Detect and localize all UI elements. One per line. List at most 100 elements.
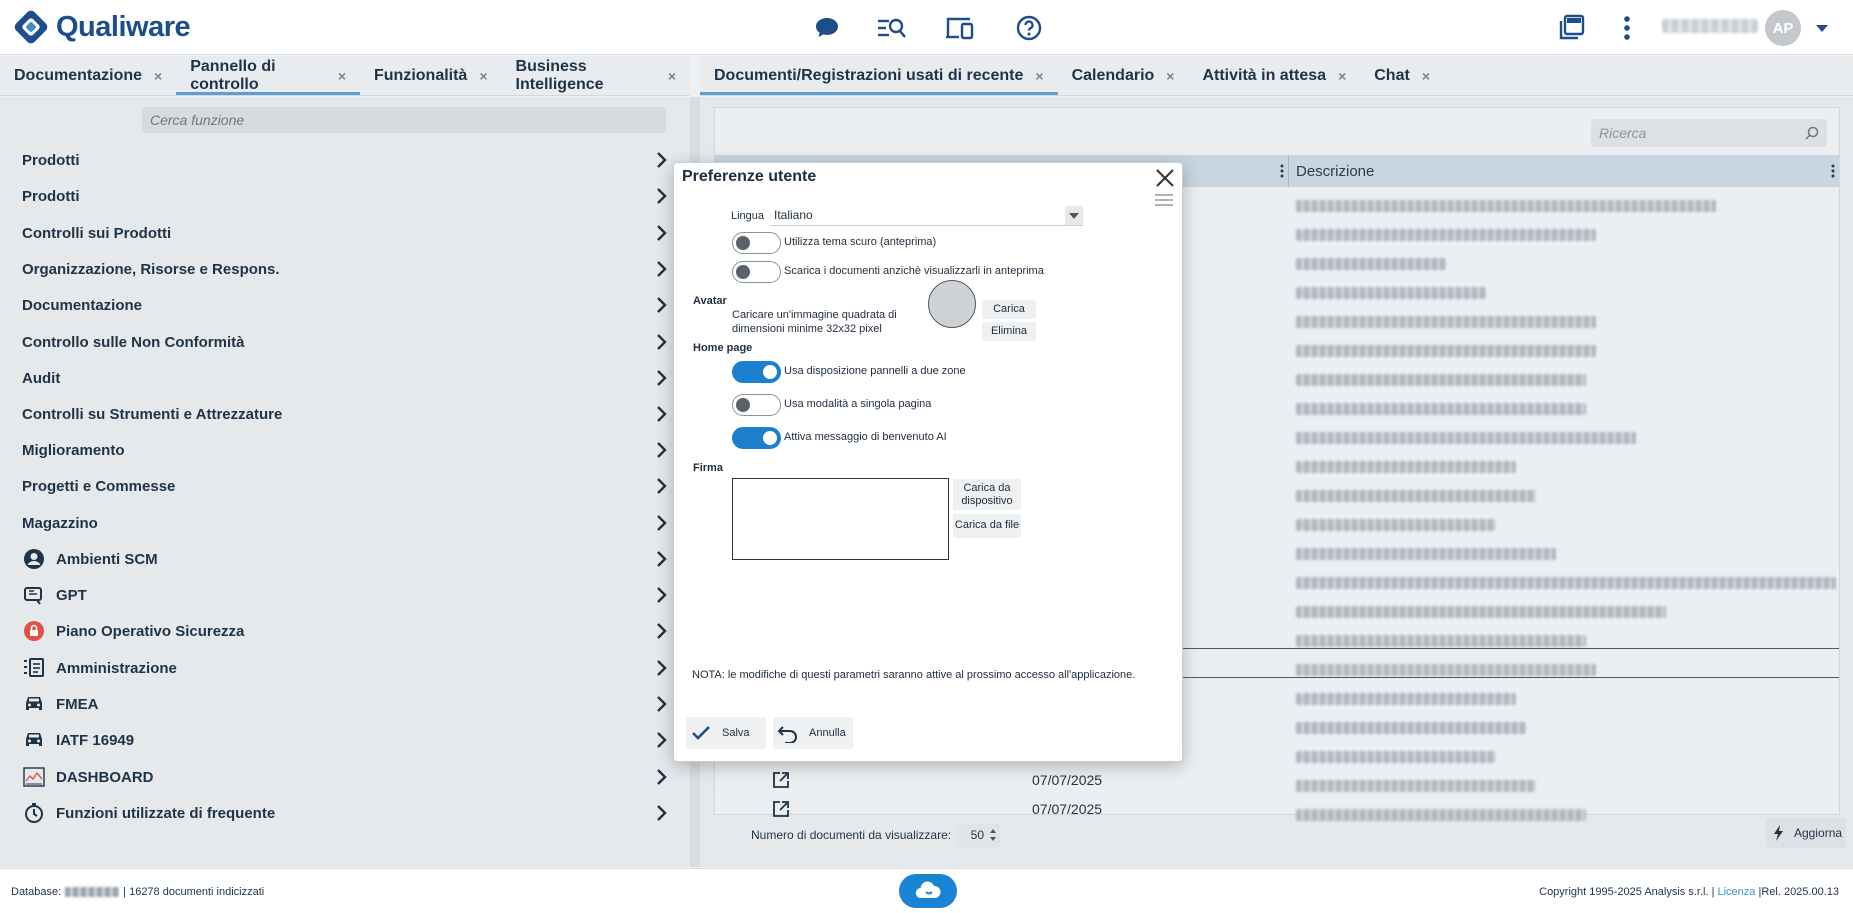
help-icon[interactable] [1014,13,1044,43]
menu-item[interactable]: IATF 16949 [22,725,670,755]
lingua-select[interactable]: Italiano [770,206,1083,226]
save-button[interactable]: Salva [686,717,766,749]
chevron-right-icon[interactable] [652,296,670,314]
download-docs-toggle[interactable] [732,261,781,283]
signature-canvas[interactable] [732,478,949,560]
tab-business-intelligence[interactable]: Business Intelligence × [502,56,690,96]
menu-item[interactable]: Controlli sui Prodotti [22,218,670,248]
right-tabbar: Documenti/Registrazioni usati di recente… [700,56,1853,96]
menu-item[interactable]: Organizzazione, Risorse e Respons. [22,254,670,284]
chevron-right-icon[interactable] [652,441,670,459]
signature-from-device-button[interactable]: Carica da dispositivo [953,479,1021,510]
close-icon[interactable]: × [338,68,346,84]
column-menu-icon[interactable] [1280,164,1284,178]
tab-documentazione[interactable]: Documentazione × [0,56,176,96]
chevron-right-icon[interactable] [652,586,670,604]
chat-icon[interactable] [812,13,842,43]
drag-handle-icon[interactable] [1155,193,1173,207]
blurred-description [1296,606,1666,618]
user-avatar[interactable]: AP [1765,10,1801,46]
ai-welcome-toggle[interactable] [732,427,781,449]
grid-search-input[interactable]: Ricerca [1591,119,1827,147]
menu-item[interactable]: Progetti e Commesse [22,471,670,501]
chevron-right-icon[interactable] [652,405,670,423]
menu-item[interactable]: Controllo sulle Non Conformità [22,327,670,357]
menu-item[interactable]: Piano Operativo Sicurezza [22,616,670,646]
chevron-right-icon[interactable] [652,731,670,749]
chevron-right-icon[interactable] [652,369,670,387]
menu-item[interactable]: Audit [22,363,670,393]
dark-theme-toggle[interactable] [732,232,781,254]
chevron-right-icon[interactable] [652,768,670,786]
cancel-button[interactable]: Annulla [773,717,853,749]
close-icon[interactable]: × [1035,68,1043,84]
chevron-right-icon[interactable] [652,333,670,351]
avatar-preview [928,280,976,328]
function-search-input[interactable] [142,107,666,133]
tab-calendario[interactable]: Calendario × [1058,56,1189,96]
menu-item[interactable]: Prodotti [22,145,670,175]
menu-item[interactable]: Prodotti [22,181,670,211]
menu-item[interactable]: Ambienti SCM [22,544,670,574]
more-vert-icon[interactable] [1612,13,1642,43]
menu-item[interactable]: DASHBOARD [22,762,670,792]
caret-down-icon[interactable] [1807,13,1837,43]
two-zones-toggle[interactable] [732,361,781,383]
signature-from-file-button[interactable]: Carica da file [953,514,1021,538]
avatar-upload-button[interactable]: Carica [982,300,1036,319]
chevron-right-icon[interactable] [652,514,670,532]
search-icon[interactable] [1805,126,1819,140]
chevron-down-icon[interactable] [1065,206,1083,225]
devices-icon[interactable] [945,13,975,43]
search-list-icon[interactable] [877,13,907,43]
close-icon[interactable]: × [1166,68,1174,84]
chevron-right-icon[interactable] [652,151,670,169]
tab-attivita-in-attesa[interactable]: Attività in attesa × [1188,56,1360,96]
menu-item-label: IATF 16949 [56,731,135,749]
chevron-right-icon[interactable] [652,187,670,205]
column-descrizione[interactable]: Descrizione [1296,163,1374,180]
license-link[interactable]: Licenza [1717,886,1755,898]
refresh-button[interactable]: Aggiorna [1766,818,1846,848]
close-icon[interactable]: × [479,68,487,84]
menu-item[interactable]: Controlli su Strumenti e Attrezzature [22,399,670,429]
menu-item[interactable]: Amministrazione [22,653,670,683]
avatar-delete-button[interactable]: Elimina [982,322,1036,341]
windows-icon[interactable] [1556,13,1586,43]
chevron-right-icon[interactable] [652,550,670,568]
chevron-right-icon[interactable] [652,804,670,822]
menu-item[interactable]: Funzioni utilizzate di frequente [22,798,670,828]
chevron-right-icon[interactable] [652,695,670,713]
close-icon[interactable]: × [1338,68,1346,84]
menu-item[interactable]: Miglioramento [22,435,670,465]
column-menu-icon[interactable] [1831,164,1835,178]
account-circle-icon [22,547,46,571]
database-label: Database: [11,886,62,898]
chevron-right-icon[interactable] [652,224,670,242]
stepper-arrows-icon[interactable] [989,827,997,843]
close-icon[interactable]: × [668,68,676,84]
chevron-right-icon[interactable] [652,659,670,677]
user-name-blurred[interactable] [1662,19,1758,33]
dialog-title: Preferenze utente [682,168,817,185]
menu-item[interactable]: FMEA [22,689,670,719]
close-icon[interactable]: × [1422,68,1430,84]
qualiware-logo[interactable]: Qualiware [10,6,191,48]
num-docs-stepper[interactable]: 50 [956,823,1000,847]
chevron-right-icon[interactable] [652,622,670,640]
menu-item[interactable]: Documentazione [22,290,670,320]
single-page-toggle[interactable] [732,394,781,416]
chevron-right-icon[interactable] [652,477,670,495]
menu-item[interactable]: GPT [22,580,670,610]
menu-item[interactable]: Magazzino [22,508,670,538]
close-icon[interactable] [1154,167,1176,189]
close-icon[interactable]: × [154,68,162,84]
tab-funzionalita[interactable]: Funzionalità × [360,56,502,96]
tab-pannello-di-controllo[interactable]: Pannello di controllo × [176,56,360,96]
tab-chat[interactable]: Chat × [1360,56,1444,96]
open-link-icon[interactable] [772,771,790,789]
num-docs-label: Numero di documenti da visualizzare: [751,828,952,842]
tab-documenti-recenti[interactable]: Documenti/Registrazioni usati di recente… [700,56,1058,96]
chevron-right-icon[interactable] [652,260,670,278]
ai-assistant-button[interactable] [899,874,957,908]
